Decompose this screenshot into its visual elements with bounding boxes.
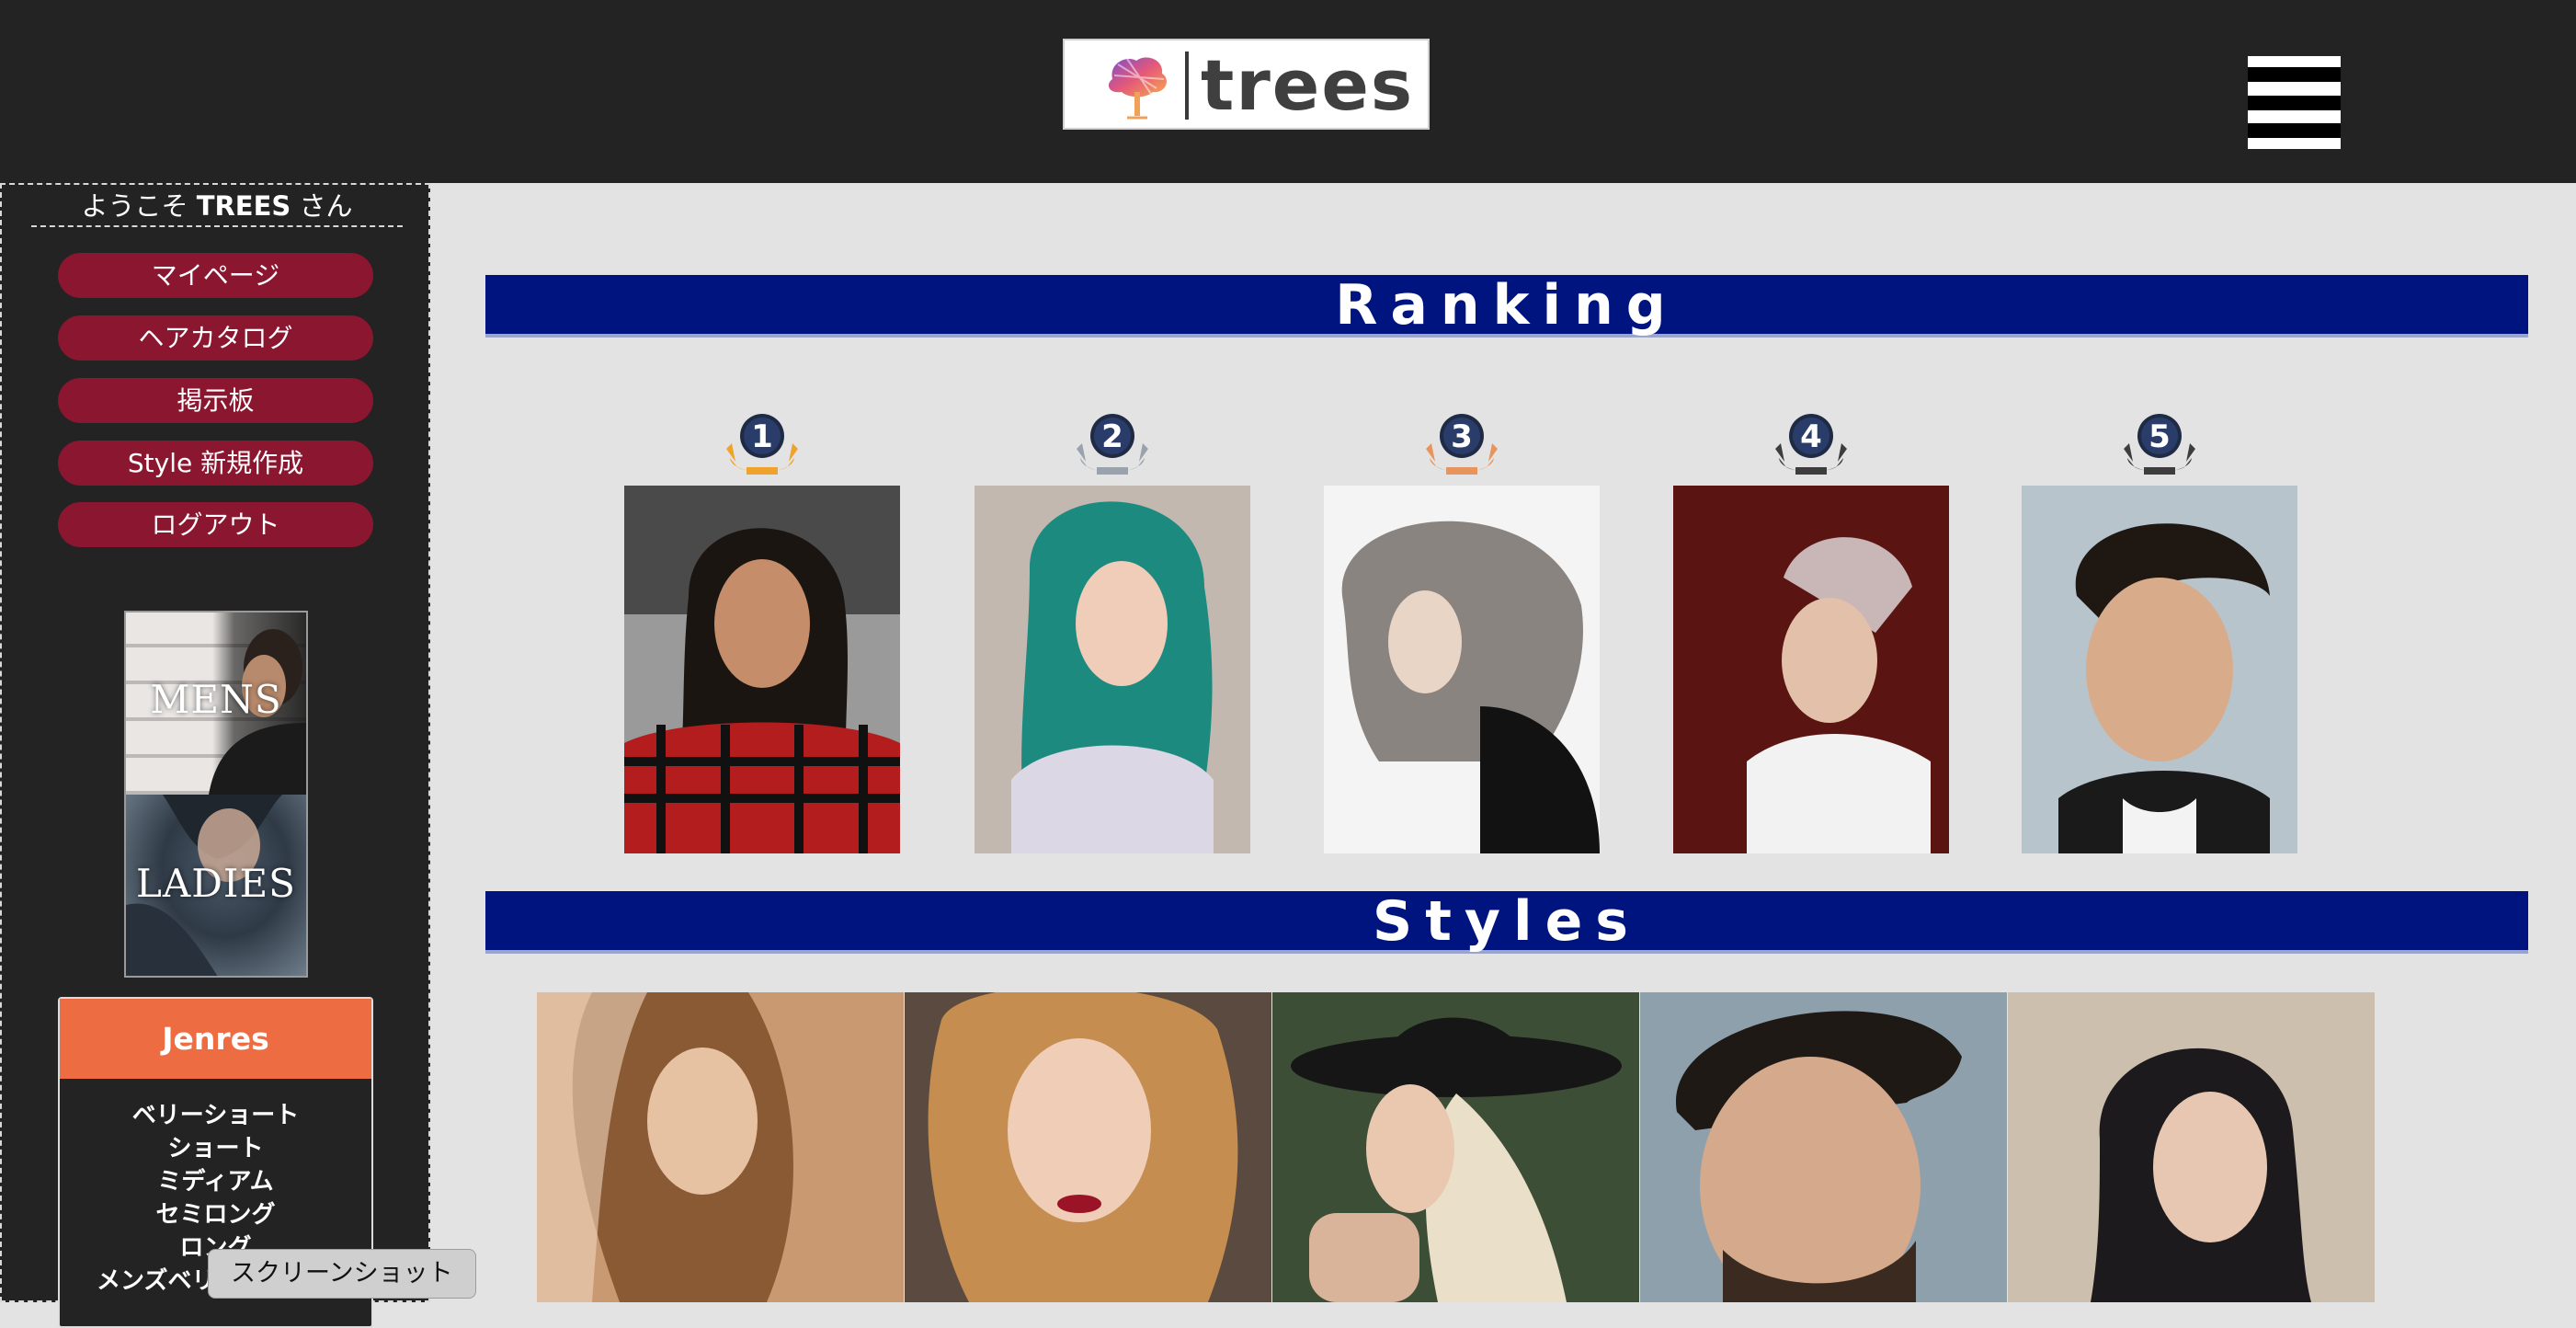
ranking-photo[interactable] [624,486,900,853]
rank-number: 1 [751,418,773,455]
style-image [1640,992,2007,1302]
mypage-button[interactable]: マイページ [58,253,373,298]
logout-button[interactable]: ログアウト [58,502,373,547]
rank-medal-icon: 3 [1426,414,1498,475]
style-photo[interactable] [1272,992,1639,1302]
rank-number: 5 [2149,418,2171,455]
rank-number: 2 [1101,418,1123,455]
screenshot-tooltip: スクリーンショット [208,1249,476,1299]
jenre-item[interactable]: ミディアム [60,1165,371,1198]
ranking-image [1324,486,1600,853]
jenre-item[interactable]: ベリーショート [60,1099,371,1132]
ladies-label: LADIES [136,861,296,906]
trees-logo[interactable]: trees [1063,39,1430,130]
ranking-photo[interactable] [1324,486,1600,853]
style-image [905,992,1271,1302]
hamburger-menu-icon[interactable] [2248,56,2341,149]
rank-medal-icon: 5 [2124,414,2195,475]
ranking-photo[interactable] [975,486,1250,853]
rank-medal-icon: 2 [1077,414,1148,475]
ranking-image [624,486,900,853]
sidebar: ようこそ TREES さん マイページ ヘアカタログ 掲示板 Style 新規作… [0,183,430,1328]
style-image [2008,992,2375,1302]
welcome-message: ようこそ TREES さん [31,189,403,227]
hamburger-line [2248,123,2341,138]
hamburger-line [2248,95,2341,110]
ladies-link[interactable]: LADIES [126,795,306,976]
mens-label: MENS [150,677,282,722]
hair-catalog-button[interactable]: ヘアカタログ [58,315,373,361]
rank-medal-icon: 4 [1775,414,1847,475]
new-style-button[interactable]: Style 新規作成 [58,441,373,486]
gender-selector: MENS LADIES [124,611,308,978]
style-image [537,992,904,1302]
style-photo[interactable] [1640,992,2007,1302]
welcome-suffix: さん [299,190,353,222]
welcome-username: TREES [196,190,291,222]
logo-text: trees [1201,44,1415,126]
styles-heading: Styles [485,891,2528,954]
ranking-heading: Ranking [485,275,2528,338]
jenre-item[interactable]: ショート [60,1132,371,1165]
style-photo[interactable] [2008,992,2375,1302]
site-header: trees [0,0,2576,183]
rank-number: 3 [1451,418,1473,455]
jenre-item[interactable]: セミロング [60,1198,371,1231]
ranking-photo[interactable] [2022,486,2297,853]
ranking-photo[interactable] [1673,486,1949,853]
style-photo[interactable] [537,992,904,1302]
style-photo[interactable] [905,992,1271,1302]
mens-link[interactable]: MENS [126,612,306,795]
ranking-image [2022,486,2297,853]
jenres-title: Jenres [60,999,371,1079]
logo-divider [1185,52,1189,120]
rank-medal-icon: 1 [726,414,798,475]
welcome-prefix: ようこそ [81,190,188,222]
ranking-image [975,486,1250,853]
tree-logo-icon [1108,57,1167,120]
style-image [1272,992,1639,1302]
ranking-image [1673,486,1949,853]
bulletin-board-button[interactable]: 掲示板 [58,378,373,423]
hamburger-line [2248,67,2341,82]
rank-number: 4 [1800,418,1822,455]
